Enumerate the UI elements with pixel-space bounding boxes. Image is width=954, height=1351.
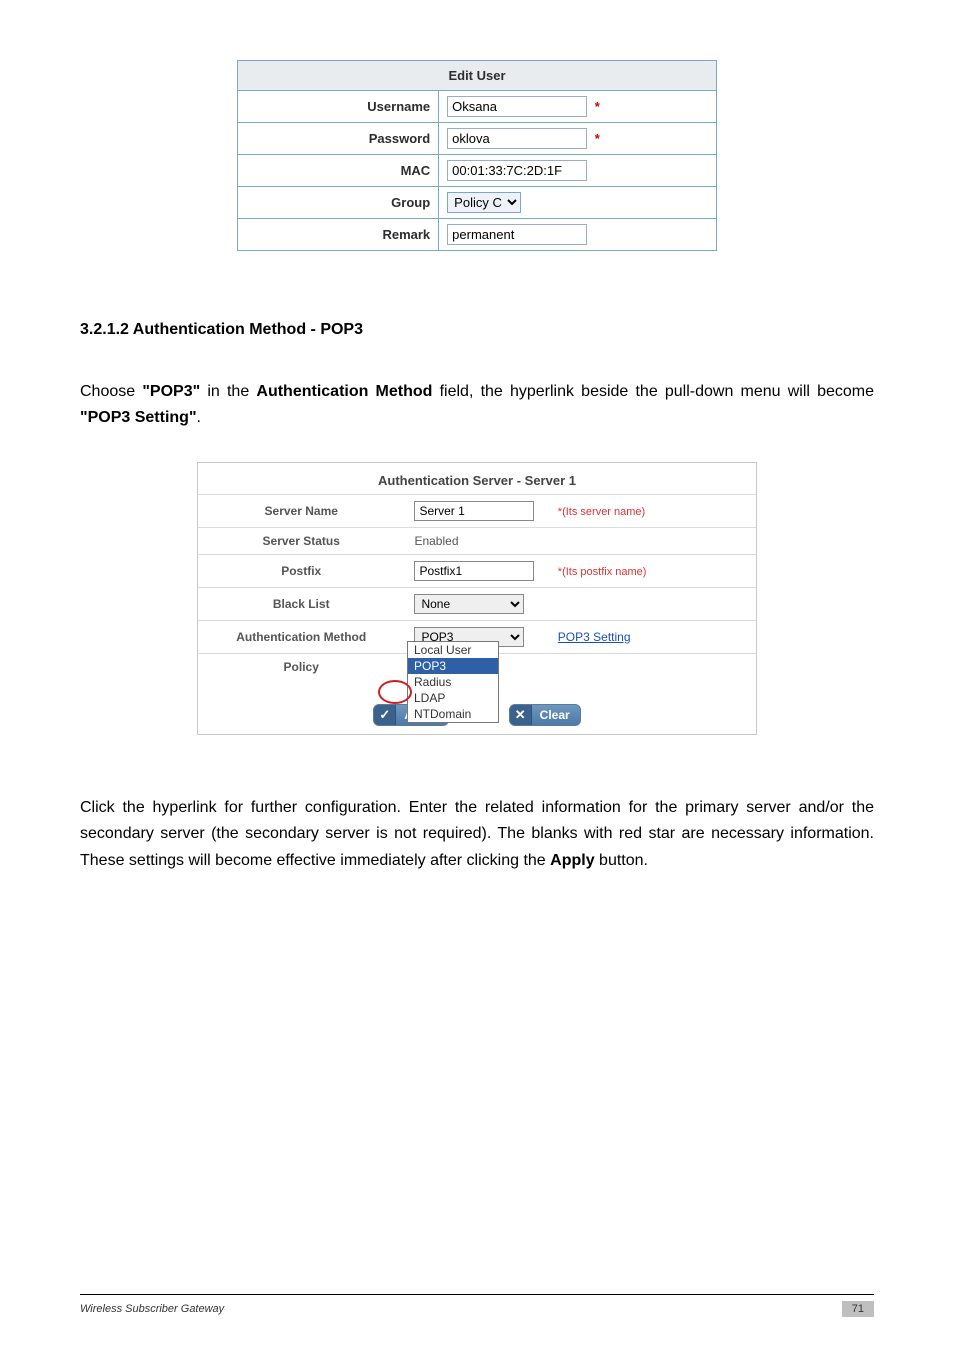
clear-button[interactable]: ✕ Clear <box>509 704 581 726</box>
black-list-select[interactable]: None <box>414 594 524 614</box>
remark-label: Remark <box>238 219 439 251</box>
auth-server-panel: Authentication Server - Server 1 Server … <box>197 462 757 735</box>
edit-user-table: Edit User Username * Password * MAC Grou… <box>237 60 717 251</box>
server-name-input[interactable] <box>414 501 534 521</box>
postfix-label: Postfix <box>198 554 404 587</box>
mac-label: MAC <box>238 155 439 187</box>
dropdown-option[interactable]: NTDomain <box>408 706 498 722</box>
edit-user-header: Edit User <box>238 61 717 91</box>
dropdown-option[interactable]: Local User <box>408 642 498 658</box>
username-label: Username <box>238 91 439 123</box>
pop3-setting-link[interactable]: POP3 Setting <box>558 630 631 644</box>
page-number: 71 <box>842 1301 874 1317</box>
auth-method-label: Authentication Method <box>198 620 404 653</box>
server-name-hint: *(Its server name) <box>558 506 645 518</box>
dropdown-option[interactable]: Radius <box>408 674 498 690</box>
postfix-hint: *(Its postfix name) <box>558 566 647 578</box>
password-input[interactable] <box>447 128 587 149</box>
body-paragraph: Click the hyperlink for further configur… <box>80 795 874 874</box>
dropdown-option-selected[interactable]: POP3 <box>408 658 498 674</box>
dropdown-option[interactable]: LDAP <box>408 690 498 706</box>
server-name-label: Server Name <box>198 494 404 527</box>
mac-input[interactable] <box>447 160 587 181</box>
group-label: Group <box>238 187 439 219</box>
footer-title: Wireless Subscriber Gateway <box>80 1303 224 1315</box>
intro-paragraph: Choose "POP3" in the Authentication Meth… <box>80 379 874 432</box>
auth-server-title: Authentication Server - Server 1 <box>198 463 756 494</box>
password-label: Password <box>238 123 439 155</box>
x-icon: ✕ <box>510 705 532 725</box>
server-status-label: Server Status <box>198 527 404 554</box>
username-input[interactable] <box>447 96 587 117</box>
postfix-input[interactable] <box>414 561 534 581</box>
server-status-value: Enabled <box>404 527 756 554</box>
required-star: * <box>595 131 600 146</box>
remark-input[interactable] <box>447 224 587 245</box>
auth-method-dropdown[interactable]: Local User POP3 Radius LDAP NTDomain <box>407 641 499 723</box>
section-heading: 3.2.1.2 Authentication Method - POP3 <box>80 321 874 339</box>
policy-label: Policy <box>198 653 404 680</box>
black-list-label: Black List <box>198 587 404 620</box>
required-star: * <box>595 99 600 114</box>
page-footer: Wireless Subscriber Gateway 71 <box>80 1294 874 1317</box>
group-select[interactable]: Policy C <box>447 192 521 213</box>
check-icon: ✓ <box>374 705 396 725</box>
